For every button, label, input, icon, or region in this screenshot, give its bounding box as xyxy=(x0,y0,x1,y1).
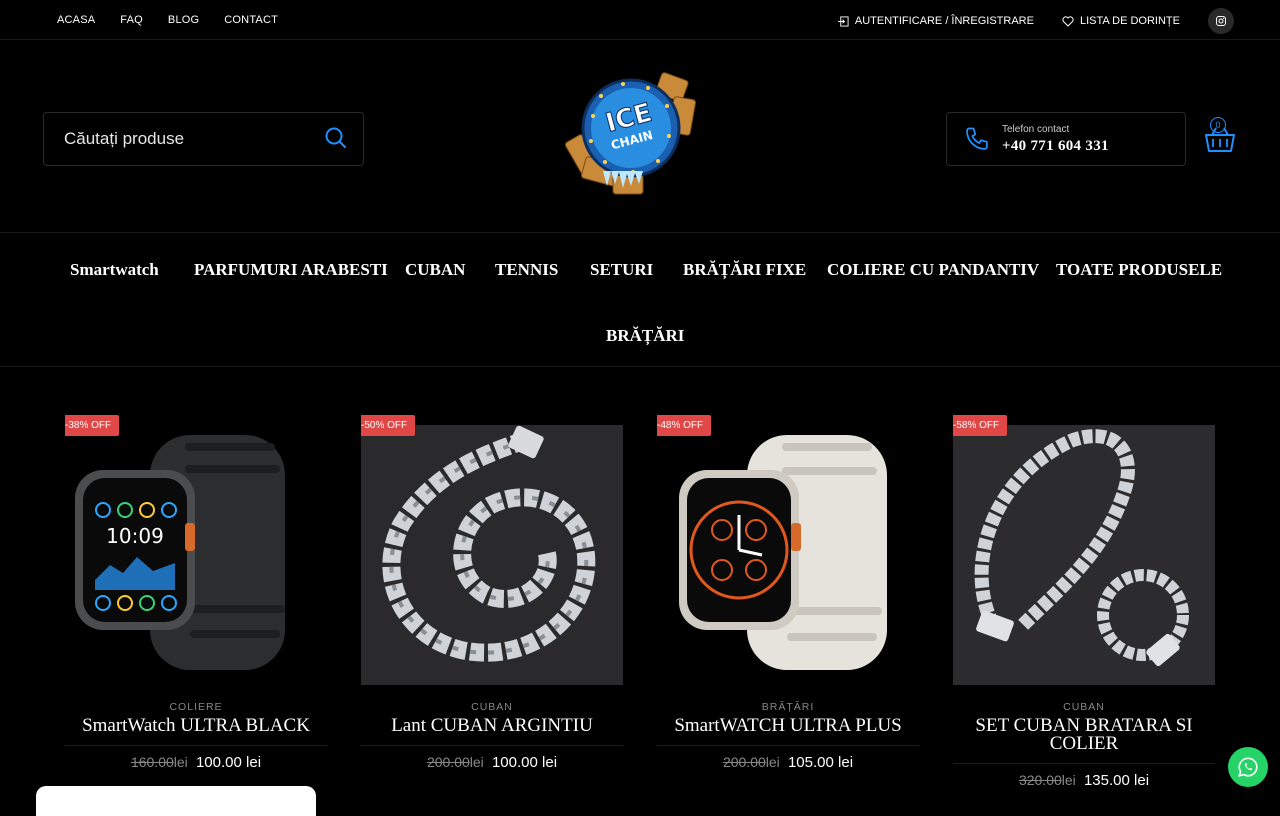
nav-item-bratari[interactable]: BRĂȚĂRI xyxy=(606,326,684,346)
current-price: 105.00 lei xyxy=(787,754,854,771)
nav-item-parfumuri-arabesti[interactable]: PARFUMURI ARABESTI xyxy=(194,260,388,280)
phone-label: Telefon contact xyxy=(1002,124,1070,135)
product-card[interactable]: -50% OFF CUBAN Lant CUBAN ARGINTIU 200.0… xyxy=(361,415,623,771)
current-price: 100.00 lei xyxy=(195,754,262,771)
old-price: 320.00 xyxy=(1018,772,1062,788)
product-price: 320.00lei 135.00 lei xyxy=(953,772,1215,789)
product-image[interactable]: -38% OFF 10:09 xyxy=(65,415,327,687)
login-icon xyxy=(837,15,849,27)
site-logo[interactable]: ICE CHAIN xyxy=(563,66,703,206)
login-link[interactable]: AUTENTIFICARE / ÎNREGISTRARE xyxy=(837,15,1034,27)
old-price: 200.00 xyxy=(426,754,470,770)
product-image[interactable]: -48% OFF xyxy=(657,415,919,687)
nav-item-tennis[interactable]: TENNIS xyxy=(495,260,558,280)
product-name[interactable]: SmartWatch ULTRA BLACK xyxy=(65,716,327,735)
old-price-currency: lei xyxy=(469,754,484,770)
search-input[interactable] xyxy=(64,129,304,149)
product-card[interactable]: -58% OFF CUBAN SET CUBAN BRATARA SI COLI… xyxy=(953,415,1215,789)
product-category[interactable]: CUBAN xyxy=(361,701,623,713)
product-category[interactable]: COLIERE xyxy=(65,701,327,713)
product-price: 200.00lei 100.00 lei xyxy=(361,754,623,771)
discount-badge: -38% OFF xyxy=(65,415,120,436)
product-price: 200.00lei 105.00 lei xyxy=(657,754,919,771)
whatsapp-icon xyxy=(1238,757,1258,777)
divider xyxy=(657,745,919,746)
wishlist-label: LISTA DE DORINȚE xyxy=(1079,15,1180,27)
top-right-links: AUTENTIFICARE / ÎNREGISTRARE LISTA DE DO… xyxy=(837,8,1234,34)
nav-item-toate-produsele[interactable]: TOATE PRODUSELE xyxy=(1056,260,1222,280)
nav-item-cuban[interactable]: CUBAN xyxy=(405,260,465,280)
old-price-currency: lei xyxy=(765,754,780,770)
old-price-currency: lei xyxy=(1061,772,1076,788)
top-nav-acasa[interactable]: ACASA xyxy=(57,14,95,26)
product-image[interactable]: -50% OFF xyxy=(361,415,623,687)
cart-button[interactable]: 0 xyxy=(1204,116,1236,154)
old-price-currency: lei xyxy=(173,754,188,770)
top-nav-blog[interactable]: BLOG xyxy=(168,14,199,26)
heart-icon xyxy=(1062,15,1074,27)
top-nav-contact[interactable]: CONTACT xyxy=(224,14,278,26)
search-box xyxy=(43,112,364,166)
discount-badge: -58% OFF xyxy=(953,415,1008,436)
top-nav-faq[interactable]: FAQ xyxy=(120,14,143,26)
phone-number: +40 771 604 331 xyxy=(1002,138,1109,154)
product-name[interactable]: Lant CUBAN ARGINTIU xyxy=(361,716,623,735)
login-label: AUTENTIFICARE / ÎNREGISTRARE xyxy=(854,15,1034,27)
top-bar: ACASA FAQ BLOG CONTACT AUTENTIFICARE / Î… xyxy=(0,0,1280,40)
nav-item-smartwatch[interactable]: Smartwatch xyxy=(70,260,159,280)
nav-item-bratari-fixe[interactable]: BRĂȚĂRI FIXE xyxy=(683,260,806,280)
product-name[interactable]: SmartWATCH ULTRA PLUS xyxy=(657,716,919,735)
divider xyxy=(65,745,327,746)
phone-icon xyxy=(963,125,991,158)
current-price: 100.00 lei xyxy=(491,754,558,771)
current-price: 135.00 lei xyxy=(1083,772,1150,789)
wishlist-link[interactable]: LISTA DE DORINȚE xyxy=(1062,15,1180,27)
old-price: 160.00 xyxy=(130,754,174,770)
product-price: 160.00lei 100.00 lei xyxy=(65,754,327,771)
product-name[interactable]: SET CUBAN BRATARA SI COLIER xyxy=(953,716,1215,753)
instagram-button[interactable] xyxy=(1208,8,1234,34)
divider xyxy=(361,745,623,746)
nav-item-coliere-cu-pandantiv[interactable]: COLIERE CU PANDANTIV xyxy=(827,260,1039,280)
product-category[interactable]: BRĂȚĂRI xyxy=(657,701,919,713)
product-category[interactable]: CUBAN xyxy=(953,701,1215,713)
divider xyxy=(953,763,1215,764)
main-navigation: Smartwatch PARFUMURI ARABESTI CUBAN TENN… xyxy=(0,232,1280,367)
phone-contact-box[interactable]: Telefon contact +40 771 604 331 xyxy=(946,112,1186,166)
top-nav: ACASA FAQ BLOG CONTACT xyxy=(57,14,303,26)
bottom-notice-panel[interactable] xyxy=(36,786,316,816)
svg-text:10:09: 10:09 xyxy=(106,524,164,548)
product-card[interactable]: -38% OFF 10:09 COLIERE SmartWatch ULTRA … xyxy=(65,415,327,771)
nav-item-seturi[interactable]: SETURI xyxy=(590,260,653,280)
product-image[interactable]: -58% OFF xyxy=(953,415,1215,687)
old-price: 200.00 xyxy=(722,754,766,770)
product-card[interactable]: -48% OFF BRĂȚĂRI SmartWATCH ULTRA PLUS 2… xyxy=(657,415,919,771)
instagram-icon xyxy=(1216,16,1226,26)
search-icon[interactable] xyxy=(324,126,348,155)
basket-icon xyxy=(1205,127,1235,152)
discount-badge: -48% OFF xyxy=(657,415,712,436)
whatsapp-button[interactable] xyxy=(1228,747,1268,787)
discount-badge: -50% OFF xyxy=(361,415,416,436)
